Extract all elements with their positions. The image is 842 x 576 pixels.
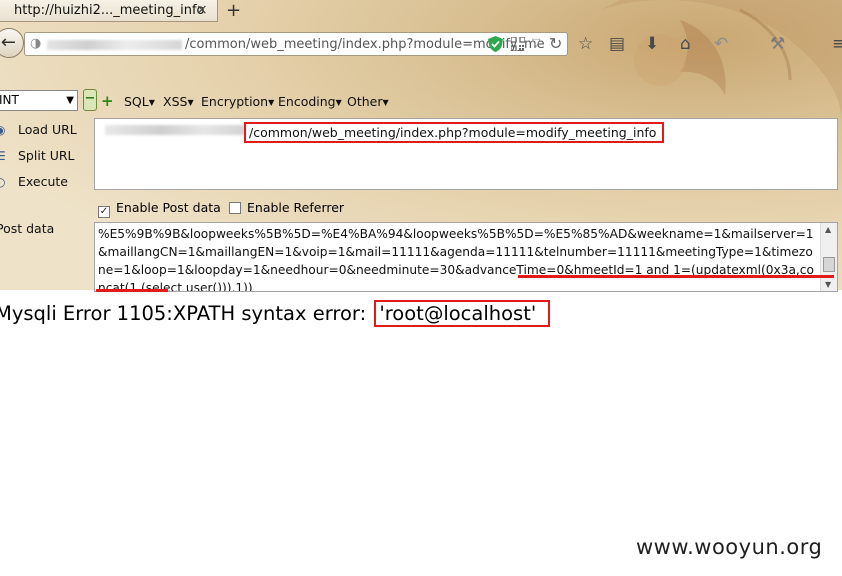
reading-list-icon[interactable]: ▤	[609, 34, 625, 54]
decrease-button[interactable]: −	[83, 89, 97, 111]
tools-icon[interactable]: ⚒	[770, 34, 785, 54]
enable-referrer-label: Enable Referrer	[247, 200, 345, 215]
error-message: Mysqli Error 1105:XPATH syntax error: 'r…	[0, 300, 551, 327]
post-data-scrollbar[interactable]: ▲ ▼	[820, 223, 837, 291]
browser-chrome: http://huizhi2..._meeting_info × + ← ◑ /…	[0, 0, 842, 292]
checkbox-checked-icon: ✓	[98, 206, 110, 218]
menu-encryption-label: Encryption	[201, 94, 269, 109]
home-icon[interactable]: ⌂	[680, 34, 691, 54]
new-tab-button[interactable]: +	[226, 0, 241, 21]
download-icon[interactable]: ⬇	[645, 34, 659, 54]
menu-other[interactable]: Other▼	[347, 94, 389, 109]
tab-title: http://huizhi2..._meeting_info	[14, 3, 205, 18]
split-url-icon: ☰	[0, 149, 6, 163]
enable-post-label: Enable Post data	[116, 200, 221, 215]
load-url-label: Load URL	[18, 122, 77, 137]
menu-encoding[interactable]: Encoding▼	[278, 94, 342, 109]
qr-code-icon[interactable]	[511, 37, 525, 51]
navigation-bar: ← ◑ /common/web_meeting/index.php?module…	[0, 24, 842, 64]
menu-encoding-label: Encoding	[278, 94, 336, 109]
menu-xss-label: XSS	[163, 94, 188, 109]
scroll-up-icon[interactable]: ▲	[825, 225, 831, 234]
execute-label: Execute	[18, 174, 68, 189]
chevron-down-icon[interactable]: ▽	[532, 36, 540, 49]
split-url-label: Split URL	[18, 148, 75, 163]
post-data-textarea[interactable]: %E5%9B%9B&loopweeks%5B%5D=%E4%BA%94&loop…	[94, 222, 838, 292]
menu-sql[interactable]: SQL▼	[124, 94, 155, 109]
menu-other-label: Other	[347, 94, 383, 109]
payload-underline	[518, 275, 834, 278]
redacted-host	[105, 125, 245, 135]
checkbox-empty-icon	[229, 202, 241, 214]
load-url-button[interactable]: ◉ Load URL	[0, 122, 77, 137]
url-textarea[interactable]: /common/web_meeting/index.php?module=mod…	[94, 118, 838, 190]
chevron-down-icon: ▼	[66, 95, 74, 106]
menu-xss[interactable]: XSS▼	[163, 94, 194, 109]
address-bar[interactable]: ◑ /common/web_meeting/index.php?module=m…	[24, 32, 568, 56]
post-data-value: %E5%9B%9B&loopweeks%5B%5D=%E4%BA%94&loop…	[98, 227, 814, 292]
shield-icon[interactable]	[488, 36, 503, 52]
close-tab-icon[interactable]: ×	[196, 2, 208, 18]
execute-button[interactable]: ○ Execute	[0, 174, 68, 189]
enable-referrer-checkbox[interactable]: Enable Referrer	[229, 200, 344, 215]
menu-icon[interactable]: ≡	[832, 34, 842, 54]
watermark: www.wooyun.org	[636, 535, 823, 559]
enable-post-checkbox[interactable]: ✓ Enable Post data	[98, 200, 221, 218]
split-url-button[interactable]: ☰ Split URL	[0, 148, 75, 163]
star-icon[interactable]: ☆	[578, 34, 593, 54]
execute-icon: ○	[0, 175, 6, 189]
error-value: 'root@localhost'	[374, 300, 551, 327]
back-button[interactable]: ←	[0, 28, 24, 58]
site-identity-icon[interactable]: ◑	[30, 36, 41, 51]
browser-tab[interactable]: http://huizhi2..._meeting_info ×	[0, 0, 218, 22]
reload-icon[interactable]: ↻	[549, 34, 562, 53]
type-select-value: INT	[0, 93, 19, 107]
hackbar-toolbar: INT ▼ − + SQL▼ XSS▼ Encryption▼ Encoding…	[0, 88, 842, 114]
menu-sql-label: SQL	[124, 94, 149, 109]
url-textarea-value: /common/web_meeting/index.php?module=mod…	[244, 122, 665, 143]
payload-underline-end	[96, 289, 168, 292]
undo-icon[interactable]: ↶	[714, 34, 728, 54]
increase-button[interactable]: +	[101, 92, 114, 110]
redacted-host	[47, 40, 182, 50]
scroll-down-icon[interactable]: ▼	[825, 280, 831, 289]
menu-encryption[interactable]: Encryption▼	[201, 94, 274, 109]
error-prefix: Mysqli Error 1105:XPATH syntax error:	[0, 302, 373, 325]
load-url-icon: ◉	[0, 123, 6, 137]
type-select[interactable]: INT ▼	[0, 90, 78, 111]
post-data-label: Post data	[0, 221, 55, 236]
scroll-thumb[interactable]	[823, 257, 835, 272]
